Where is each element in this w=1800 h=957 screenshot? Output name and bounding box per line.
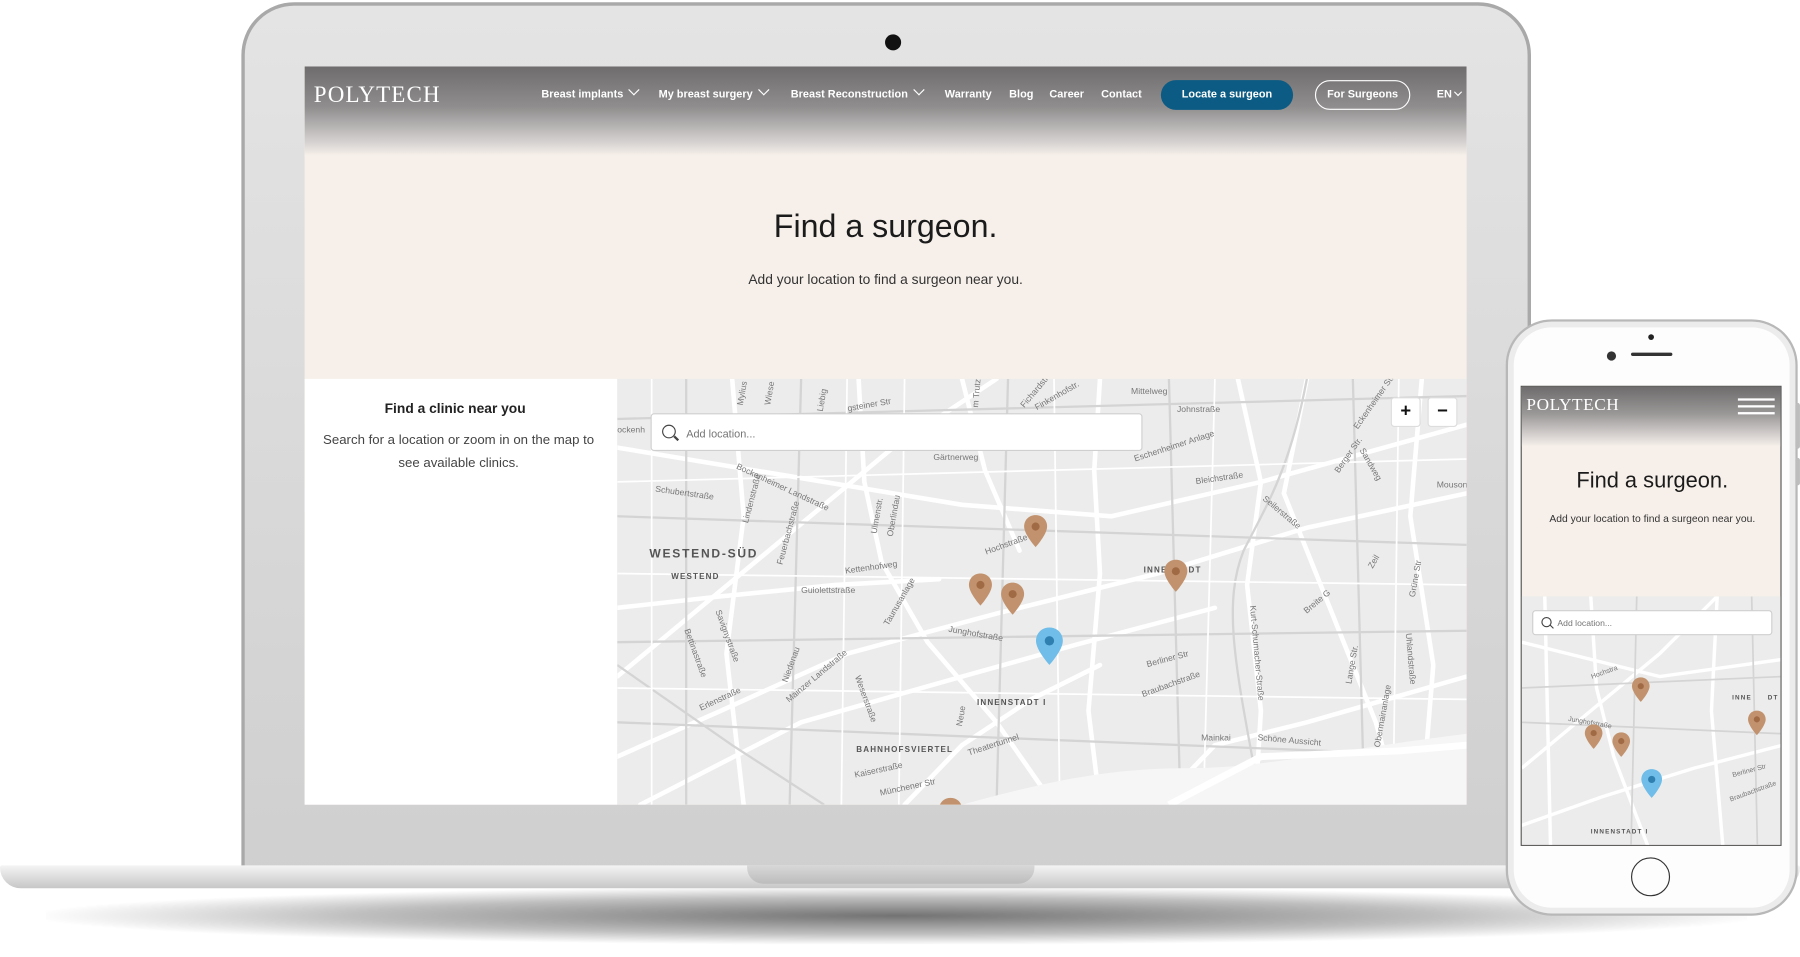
- street-label: Mouson: [1436, 479, 1467, 490]
- nav-label: My breast surgery: [658, 88, 753, 101]
- laptop-screen: POLYTECH Breast implants My breast surge…: [304, 66, 1467, 805]
- district-innenstadt-partial-2: DT: [1188, 566, 1202, 575]
- mockup-stage: POLYTECH Breast implants My breast surge…: [0, 0, 1800, 957]
- nav-label: Breast implants: [541, 88, 624, 101]
- clinic-marker-pin[interactable]: [968, 572, 993, 606]
- navbar: POLYTECH Breast implants My breast surge…: [304, 66, 1467, 156]
- district-bahnhofsviertel: BAHNHOFSVIERTEL: [856, 746, 954, 755]
- mobile-polytech-logo[interactable]: POLYTECH: [1526, 396, 1619, 415]
- phone-camera: [1606, 351, 1617, 361]
- street-label: Guiolettstraße: [801, 584, 856, 596]
- mobile-page-subtitle: Add your location to find a surgeon near…: [1549, 512, 1756, 525]
- district-westend: WESTEND: [671, 573, 720, 582]
- clinic-panel: Find a clinic near you Search for a loca…: [304, 378, 618, 805]
- clinic-marker-pin[interactable]: [1747, 710, 1767, 736]
- for-surgeons-button[interactable]: For Surgeons: [1314, 80, 1411, 110]
- street-label: Mittelweg: [1131, 385, 1168, 397]
- phone-side-button: [1795, 457, 1800, 486]
- mobile-map-search-bar[interactable]: [1532, 610, 1773, 636]
- district-innenstadt: INNENSTADT I: [1590, 828, 1649, 836]
- language-label: EN: [1436, 88, 1452, 101]
- laptop-notch: [747, 865, 1035, 884]
- mobile-page-title: Find a surgeon.: [1576, 469, 1729, 494]
- zoom-out-button[interactable]: −: [1427, 397, 1458, 427]
- nav-contact[interactable]: Contact: [1101, 88, 1142, 101]
- district-westend-sued: WESTEND-SÜD: [649, 547, 759, 561]
- mobile-location-search-input[interactable]: [1557, 615, 1765, 630]
- panel-text: Search for a location or zoom in on the …: [323, 433, 595, 471]
- laptop-camera: [885, 34, 902, 51]
- phone-side-button: [1795, 402, 1800, 449]
- clinic-marker-pin[interactable]: [1023, 514, 1048, 548]
- mobile-navbar: POLYTECH: [1521, 386, 1781, 447]
- nav-breast-reconstruction[interactable]: Breast Reconstruction: [790, 84, 925, 101]
- selected-location-marker-pin[interactable]: [1640, 768, 1663, 799]
- clinic-marker-pin[interactable]: [1631, 677, 1651, 703]
- street-label: Mainkai: [1201, 732, 1231, 743]
- clinic-marker-pin[interactable]: [1611, 731, 1631, 757]
- location-search-input[interactable]: [683, 423, 1126, 445]
- laptop-shadow: [45, 887, 1748, 945]
- map-view[interactable]: WESTEND-SÜD WESTEND INNENSTADT I BAHNHOF…: [617, 378, 1467, 805]
- zoom-in-button[interactable]: +: [1390, 397, 1421, 427]
- nav-blog[interactable]: Blog: [1009, 88, 1033, 101]
- chevron-down-icon: [628, 84, 640, 96]
- language-selector[interactable]: EN: [1436, 88, 1463, 101]
- nav-label: Breast Reconstruction: [790, 88, 908, 101]
- mobile-map-view[interactable]: Hochstra Junghofstraße Berliner Str Brau…: [1521, 596, 1781, 845]
- nav-breast-implants[interactable]: Breast implants: [541, 84, 640, 101]
- selected-location-marker-pin[interactable]: [1034, 626, 1064, 666]
- street-label: Johnstraße: [1176, 404, 1221, 415]
- phone-screen: POLYTECH Find a surgeon. Add your locati…: [1520, 385, 1782, 846]
- nav-my-breast-surgery[interactable]: My breast surgery: [658, 84, 770, 101]
- polytech-logo[interactable]: POLYTECH: [314, 82, 441, 108]
- hamburger-menu-icon[interactable]: [1737, 398, 1775, 415]
- map-search-bar[interactable]: [650, 413, 1143, 452]
- phone-home-button: [1630, 857, 1671, 897]
- nav-career[interactable]: Career: [1049, 88, 1084, 101]
- clinic-marker-pin[interactable]: [938, 797, 963, 805]
- clinic-marker-pin[interactable]: [1163, 559, 1188, 593]
- district-innenstadt-partial: INNE: [1732, 694, 1752, 702]
- page-title: Find a surgeon.: [773, 208, 998, 244]
- phone-sensor: [1648, 334, 1654, 340]
- district-innenstadt: INNENSTADT I: [976, 699, 1047, 708]
- district-innenstadt-partial-2: DT: [1767, 694, 1779, 702]
- chevron-down-icon: [757, 84, 770, 96]
- street-label: ockenh: [617, 424, 646, 435]
- nav-warranty[interactable]: Warranty: [945, 88, 992, 101]
- phone-speaker: [1630, 352, 1673, 357]
- street-label: Gärtnerweg: [933, 452, 979, 463]
- chevron-down-icon: [1454, 88, 1463, 97]
- page-subtitle: Add your location to find a surgeon near…: [748, 271, 1023, 288]
- search-icon: [1541, 616, 1552, 628]
- clinic-marker-pin[interactable]: [1000, 582, 1025, 616]
- chevron-down-icon: [913, 84, 925, 96]
- clinic-marker-pin[interactable]: [1584, 723, 1604, 749]
- panel-title: Find a clinic near you: [384, 400, 526, 417]
- locate-surgeon-button[interactable]: Locate a surgeon: [1160, 80, 1294, 110]
- search-icon: [662, 424, 676, 439]
